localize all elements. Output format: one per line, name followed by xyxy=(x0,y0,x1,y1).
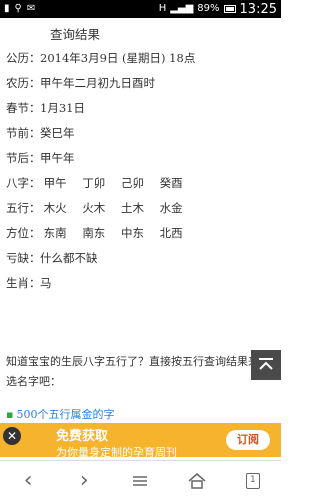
back-button[interactable]: ‹ xyxy=(8,461,48,500)
ad-title: 免费获取 xyxy=(56,429,109,444)
tabs-button[interactable]: 1 xyxy=(233,461,273,500)
menu-button[interactable] xyxy=(120,461,160,500)
browser-bottom-nav: ‹ › 1 xyxy=(0,460,281,500)
signal-icon: ▮ xyxy=(4,3,10,14)
result-row: 农历：甲午年二月初九日酉时 xyxy=(6,76,155,90)
clock: 13:25 xyxy=(239,1,277,17)
wuxing-row: 五行： 木火 火木 土木 水金 xyxy=(6,201,183,215)
battery-percent: 89% xyxy=(197,3,220,14)
ad-subtitle: 为你量身定制的孕育周刊 xyxy=(56,446,177,459)
signal-strength-icon: ▂▄▆ xyxy=(170,3,194,14)
page-title: 查询结果 xyxy=(50,27,101,42)
close-icon[interactable]: ✕ xyxy=(3,427,21,445)
bullet-icon: ▪ xyxy=(6,408,14,421)
notification-icon: ✉ xyxy=(26,3,36,14)
result-row: 节前：癸巳年 xyxy=(6,126,75,140)
promo-text: 知道宝宝的生辰八字五行了？直接按五行查询结果来挑选名字吧： xyxy=(6,355,270,388)
bazi-row: 八字： 甲午 丁卯 己卯 癸酉 xyxy=(6,176,183,190)
forward-button[interactable]: › xyxy=(64,461,104,500)
direction-row: 方位： 东南 南东 中东 北西 xyxy=(6,226,183,240)
result-row: 公历：2014年3月9日 (星期日) 18点 xyxy=(6,51,196,65)
link-wuxing-jin[interactable]: ▪ 500个五行属金的字 xyxy=(6,406,114,422)
usb-icon: ⚲ xyxy=(14,3,22,14)
arrow-up-icon xyxy=(259,358,273,370)
result-content: 查询结果 公历：2014年3月9日 (星期日) 18点 农历：甲午年二月初九日酉… xyxy=(0,18,281,421)
scroll-to-top-button[interactable] xyxy=(251,350,281,380)
menu-icon xyxy=(133,475,148,486)
battery-icon xyxy=(223,5,236,13)
subscribe-button[interactable]: 订阅 xyxy=(226,430,270,450)
result-row: 亏缺：什么都不缺 xyxy=(6,251,98,265)
chevron-left-icon: ‹ xyxy=(23,468,33,493)
result-row: 节后：甲午年 xyxy=(6,151,75,165)
chevron-right-icon: › xyxy=(79,468,89,493)
status-bar: ▮ ⚲ ✉ H ▂▄▆ 89% 13:25 xyxy=(0,0,281,18)
network-type: H xyxy=(158,3,167,14)
ad-banner[interactable]: ✕ 免费获取 为你量身定制的孕育周刊 订阅 xyxy=(0,423,281,459)
result-row: 春节：1月31日 xyxy=(6,101,85,115)
home-icon xyxy=(188,472,206,489)
result-row: 生肖：马 xyxy=(6,276,52,290)
tab-count: 1 xyxy=(245,472,260,489)
home-button[interactable] xyxy=(177,461,217,500)
